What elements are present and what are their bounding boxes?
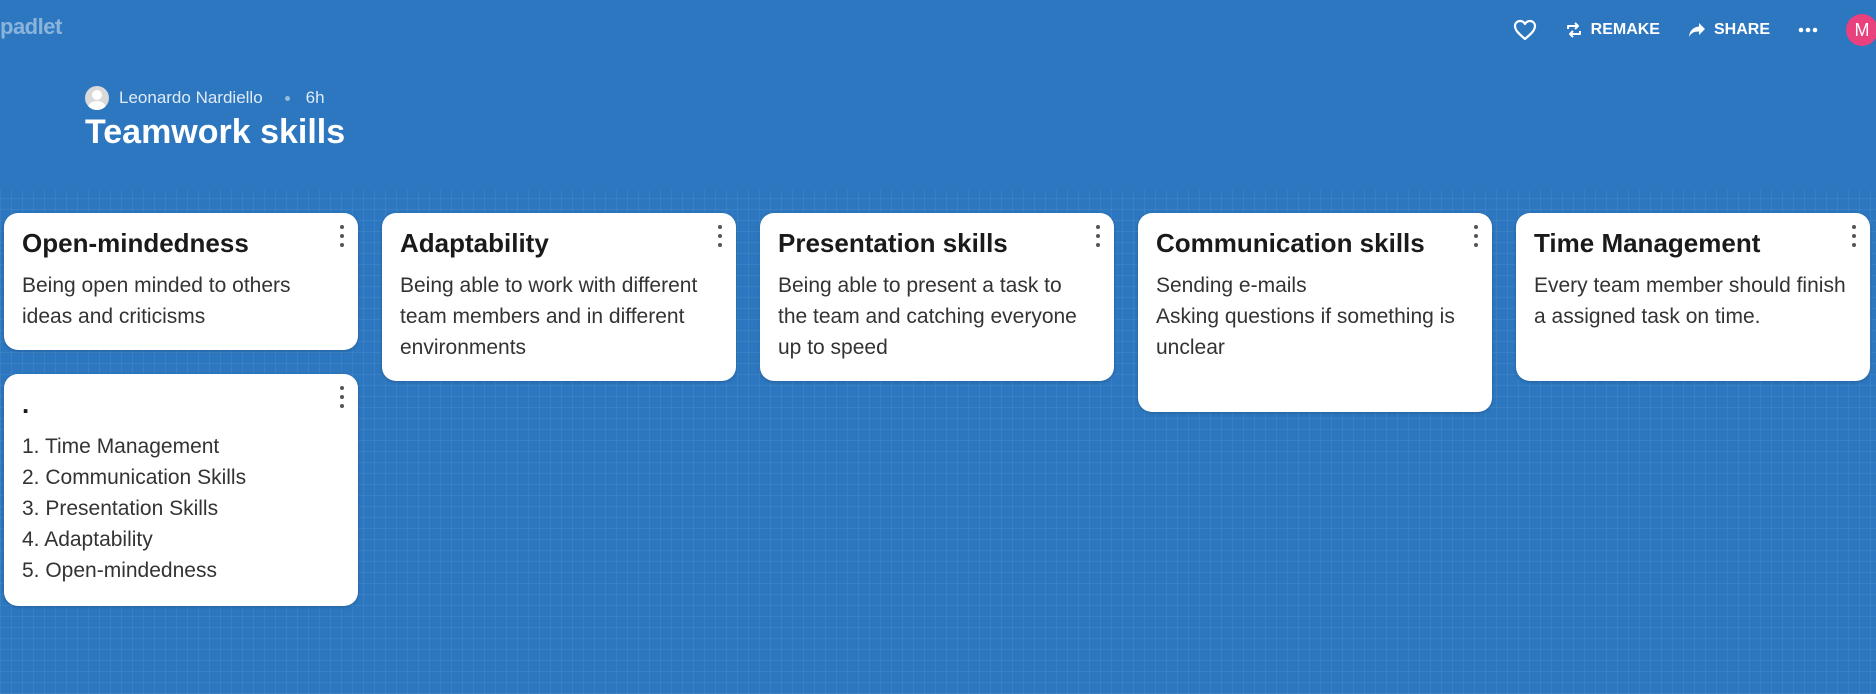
menu-dot [1096, 225, 1100, 229]
card-title: Communication skills [1156, 228, 1425, 258]
more-horizontal-icon [1798, 27, 1818, 33]
post-card[interactable]: . 1. Time Management 2. Communication Sk… [4, 374, 358, 606]
post-card[interactable]: Adaptability Being able to work with dif… [382, 213, 736, 381]
card-menu-button[interactable] [338, 386, 346, 408]
post-card[interactable]: Presentation skills Being able to presen… [760, 213, 1114, 381]
card-menu-button[interactable] [1094, 225, 1102, 247]
post-card[interactable]: Communication skills Sending e-mails Ask… [1138, 213, 1492, 412]
menu-dot [1474, 225, 1478, 229]
user-avatar[interactable]: M [1846, 14, 1876, 46]
padlet-title: Teamwork skills [85, 113, 346, 151]
post-time: 6h [305, 88, 325, 107]
card-body: 1. Time Management 2. Communication Skil… [22, 434, 247, 582]
menu-dot [718, 225, 722, 229]
card-body: Every team member should finish a assign… [1534, 273, 1846, 328]
card-title: . [22, 389, 30, 419]
card-title: Adaptability [400, 228, 549, 258]
card-body: Being open minded to others ideas and cr… [22, 273, 291, 328]
share-label: SHARE [1713, 21, 1770, 38]
share-arrow-icon [1688, 23, 1705, 37]
menu-dot [1096, 234, 1100, 238]
menu-dot [718, 243, 722, 247]
post-card[interactable]: Open-mindedness Being open minded to oth… [4, 213, 358, 350]
card-title: Presentation skills [778, 228, 1008, 258]
menu-dot [1474, 243, 1478, 247]
menu-dot [340, 243, 344, 247]
menu-dot [340, 404, 344, 408]
card-menu-button[interactable] [716, 225, 724, 247]
menu-dot [340, 395, 344, 399]
author-name: Leonardo Nardiello [119, 88, 263, 107]
like-button[interactable] [1513, 19, 1537, 41]
card-menu-button[interactable] [1850, 225, 1858, 247]
menu-dot [718, 234, 722, 238]
card-body: Being able to present a task to the team… [778, 273, 1077, 359]
menu-dot [1852, 225, 1856, 229]
heart-icon [1513, 19, 1536, 41]
post-card[interactable]: Time Management Every team member should… [1516, 213, 1870, 381]
author-avatar-icon [85, 86, 109, 110]
card-body: Sending e-mails Asking questions if some… [1156, 273, 1455, 359]
card-title: Open-mindedness [22, 228, 249, 258]
menu-dot [340, 386, 344, 390]
padlet-logo[interactable]: padlet [0, 14, 62, 40]
card-body: Being able to work with different team m… [400, 273, 698, 359]
menu-dot [1474, 234, 1478, 238]
meta-separator [284, 95, 290, 101]
post-meta: Leonardo Nardiello 6h [85, 86, 325, 110]
card-menu-button[interactable] [1472, 225, 1480, 247]
remake-icon [1566, 22, 1581, 38]
menu-dot [340, 225, 344, 229]
menu-dot [1852, 243, 1856, 247]
remake-label: REMAKE [1590, 21, 1660, 38]
menu-dot [1096, 243, 1100, 247]
share-button[interactable]: SHARE [1688, 21, 1770, 39]
remake-button[interactable]: REMAKE [1565, 21, 1660, 39]
menu-dot [1852, 234, 1856, 238]
card-title: Time Management [1534, 228, 1761, 258]
menu-dot [340, 234, 344, 238]
more-options-button[interactable] [1798, 27, 1818, 33]
top-bar-actions: REMAKE SHARE M [1513, 12, 1876, 48]
card-menu-button[interactable] [338, 225, 346, 247]
